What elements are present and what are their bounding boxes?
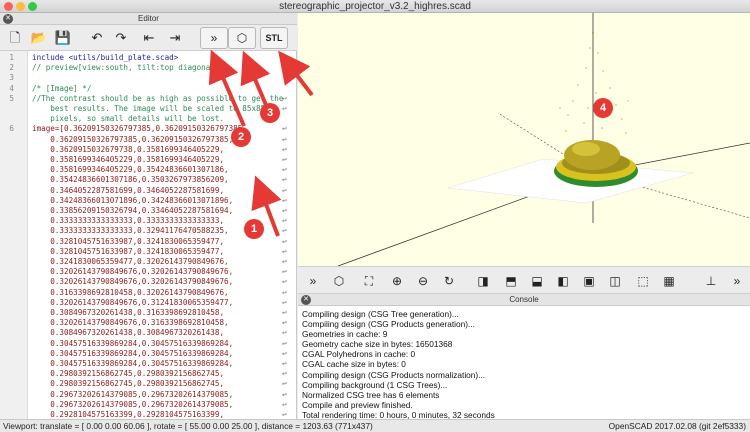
arrow-4 (278, 50, 314, 97)
arrow-2 (208, 49, 246, 127)
callout-1: 1 (244, 219, 264, 239)
callout-3: 3 (260, 103, 280, 123)
annotation-arrows (208, 49, 314, 237)
arrow-3 (240, 50, 271, 106)
callout-2: 2 (231, 127, 251, 147)
